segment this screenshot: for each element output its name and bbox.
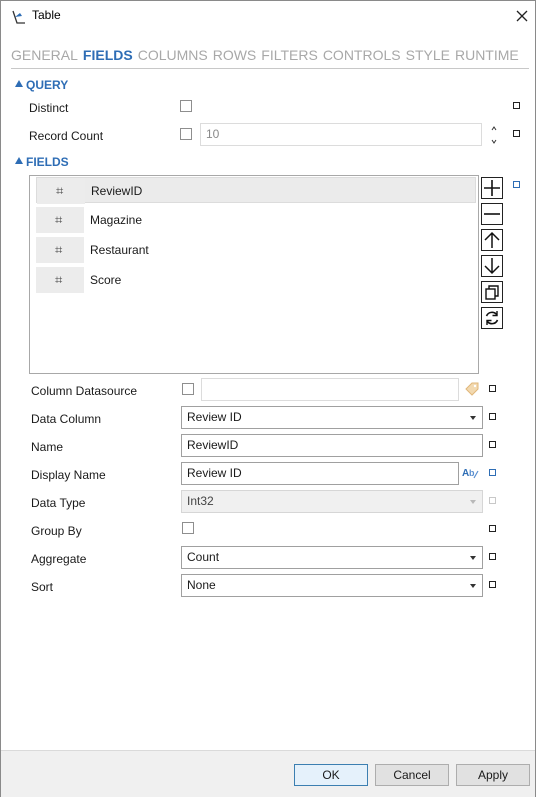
chevron-down-icon xyxy=(470,416,476,420)
data-column-select[interactable]: Review ID xyxy=(181,406,483,429)
data-column-binding-marker[interactable] xyxy=(489,413,496,420)
title-bar: Table xyxy=(1,1,535,31)
record-count-checkbox[interactable] xyxy=(180,128,192,140)
number-type-icon: ⌗ xyxy=(55,242,63,257)
data-type-binding-marker xyxy=(489,497,496,504)
fields-binding-marker[interactable] xyxy=(513,181,520,188)
field-name: Restaurant xyxy=(90,243,149,257)
tab-general[interactable]: GENERAL xyxy=(11,47,78,63)
refresh-icon xyxy=(485,311,499,325)
svg-text:b: b xyxy=(469,468,475,478)
tab-controls[interactable]: CONTROLS xyxy=(323,47,401,63)
tab-strip: GENERAL FIELDS COLUMNS ROWS FILTERS CONTROLS S… xyxy=(11,47,524,65)
dialog-footer: OK Cancel Apply xyxy=(1,750,535,797)
record-count-binding-marker[interactable] xyxy=(513,130,520,137)
data-type-value: Int32 xyxy=(187,494,214,508)
name-binding-marker[interactable] xyxy=(489,441,496,448)
remove-field-button[interactable] xyxy=(481,203,503,225)
record-count-input[interactable]: 10 xyxy=(200,123,482,146)
distinct-label: Distinct xyxy=(29,101,69,115)
list-item[interactable]: ⌗ ReviewID xyxy=(36,177,476,204)
sort-value: None xyxy=(187,578,216,592)
apply-button[interactable]: Apply xyxy=(456,764,530,786)
move-down-icon xyxy=(484,258,500,275)
field-name: Magazine xyxy=(90,213,143,227)
ok-button[interactable]: OK xyxy=(294,764,368,786)
distinct-binding-marker[interactable] xyxy=(513,102,520,109)
spell-check-icon[interactable]: A b xyxy=(462,466,482,483)
tab-runtime[interactable]: RUNTIME xyxy=(455,47,519,63)
name-label: Name xyxy=(31,440,64,454)
number-type-icon: ⌗ xyxy=(55,272,63,287)
aggregate-binding-marker[interactable] xyxy=(489,553,496,560)
tab-style[interactable]: STYLE xyxy=(406,47,450,63)
dialog-window: Table GENERAL FIELDS COLUMNS ROWS FILTERS CON… xyxy=(0,0,536,797)
aggregate-label: Aggregate xyxy=(31,552,87,566)
fields-section-title: FIELDS xyxy=(26,155,69,169)
add-field-button[interactable] xyxy=(481,177,503,199)
tab-fields[interactable]: FIELDS xyxy=(83,47,133,63)
number-type-icon: ⌗ xyxy=(55,212,63,227)
display-name-input[interactable]: Review ID xyxy=(181,462,459,485)
chevron-down-icon xyxy=(470,500,476,504)
sort-binding-marker[interactable] xyxy=(489,581,496,588)
duplicate-icon xyxy=(485,285,499,300)
data-column-label: Data Column xyxy=(31,412,102,426)
data-type-select: Int32 xyxy=(181,490,483,513)
query-section-title: QUERY xyxy=(26,78,69,92)
datasource-tag-icon[interactable] xyxy=(464,381,480,400)
remove-icon xyxy=(484,213,500,215)
field-name: Score xyxy=(90,273,122,287)
tab-rows[interactable]: ROWS xyxy=(213,47,257,63)
data-column-value: Review ID xyxy=(187,410,242,424)
tab-columns[interactable]: COLUMNS xyxy=(138,47,208,63)
move-down-button[interactable] xyxy=(481,255,503,277)
sort-select[interactable]: None xyxy=(181,574,483,597)
chevron-down-icon xyxy=(470,556,476,560)
tab-divider xyxy=(11,68,529,69)
list-item[interactable]: ⌗ Restaurant xyxy=(36,237,476,263)
tab-filters[interactable]: FILTERS xyxy=(261,47,318,63)
close-icon[interactable] xyxy=(512,6,532,26)
group-by-label: Group By xyxy=(31,524,82,538)
list-item[interactable]: ⌗ Magazine xyxy=(36,207,476,233)
table-app-icon xyxy=(11,9,27,28)
move-up-icon xyxy=(484,231,500,248)
column-datasource-label: Column Datasource xyxy=(31,384,138,398)
field-name: ReviewID xyxy=(91,184,143,198)
record-count-spinner[interactable] xyxy=(489,123,499,150)
cancel-button[interactable]: Cancel xyxy=(375,764,449,786)
distinct-checkbox[interactable] xyxy=(180,100,192,112)
data-type-label: Data Type xyxy=(31,496,86,510)
column-datasource-checkbox[interactable] xyxy=(182,383,194,395)
column-datasource-binding-marker[interactable] xyxy=(489,385,496,392)
move-up-button[interactable] xyxy=(481,229,503,251)
collapse-fields-icon[interactable] xyxy=(15,157,23,164)
refresh-fields-button[interactable] xyxy=(481,307,503,329)
fields-list[interactable]: ⌗ ReviewID ⌗ Magazine ⌗ Restaurant ⌗ Sco… xyxy=(29,175,479,374)
sort-label: Sort xyxy=(31,580,54,594)
duplicate-field-button[interactable] xyxy=(481,281,503,303)
display-name-binding-marker[interactable] xyxy=(489,469,496,476)
display-name-label: Display Name xyxy=(31,468,106,482)
chevron-down-icon xyxy=(470,584,476,588)
record-count-label: Record Count xyxy=(29,129,104,143)
group-by-checkbox[interactable] xyxy=(182,522,194,534)
list-item[interactable]: ⌗ Score xyxy=(36,267,476,293)
collapse-query-icon[interactable] xyxy=(15,80,23,87)
name-input[interactable]: ReviewID xyxy=(181,434,483,457)
window-title: Table xyxy=(32,8,61,22)
aggregate-value: Count xyxy=(187,550,220,564)
group-by-binding-marker[interactable] xyxy=(489,525,496,532)
number-type-icon: ⌗ xyxy=(56,183,64,198)
add-icon xyxy=(484,180,500,196)
column-datasource-input[interactable] xyxy=(201,378,459,401)
aggregate-select[interactable]: Count xyxy=(181,546,483,569)
